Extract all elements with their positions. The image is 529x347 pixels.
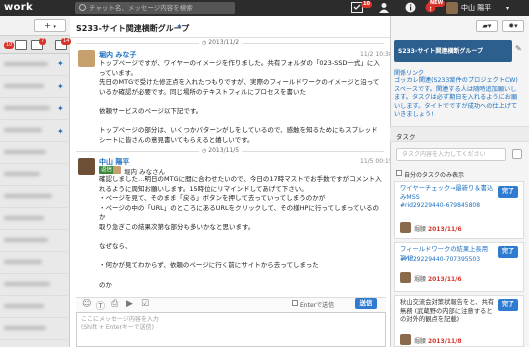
chevron-down-icon[interactable]: ▾	[506, 5, 509, 12]
reply-avatar	[113, 166, 121, 174]
search-icon	[79, 4, 86, 11]
clock-icon: ◷	[202, 148, 207, 154]
task-add-icon[interactable]: ☑	[141, 299, 149, 309]
room-name-blurred	[4, 84, 44, 88]
mention-icon[interactable]: Ⓣ	[96, 299, 105, 312]
reply-tag[interactable]: 返信	[99, 166, 115, 174]
task-title[interactable]: ワイヤーチェック→最新り＆書込みMSS	[400, 185, 495, 202]
room-name-blurred	[4, 106, 50, 110]
my-tasks-checkbox[interactable]	[396, 170, 402, 176]
task-title[interactable]: 秋山交流会対策状報告をと、共有無務 (武蔵野の内部に注意するとの対外的観点を記載…	[400, 299, 495, 325]
room-name-blurred	[4, 128, 42, 132]
room-title: S233-サイト関連横断グループ	[76, 24, 190, 33]
room-name-blurred	[4, 62, 48, 66]
unread-badge: 10	[4, 42, 15, 49]
message-timestamp: 11/5 00:15	[360, 158, 393, 165]
task-tag[interactable]: #rid29229440-679845808	[400, 202, 480, 209]
add-room-label: +	[44, 21, 51, 30]
task-due: 堀腰 2013/11/8	[414, 336, 462, 345]
task-count-badge: 10	[361, 1, 372, 8]
attach-file-icon[interactable]: ⎙	[111, 299, 118, 309]
task-complete-button[interactable]: 完了	[498, 299, 518, 311]
message-timestamp: 11/2 10:38	[360, 51, 393, 58]
room-name-blurred	[4, 326, 46, 330]
room-name-blurred	[4, 304, 44, 308]
search-input[interactable]: チャット名、メッセージ内容を検索	[75, 2, 235, 14]
folder-icon[interactable]: ▰▾	[476, 20, 498, 32]
pin-icon[interactable]: ✦	[57, 59, 64, 68]
sender-avatar[interactable]	[78, 50, 95, 67]
chat-tab-icon[interactable]	[15, 40, 27, 50]
task-complete-button[interactable]: 完了	[498, 186, 518, 198]
enter-send-label: Enterで送信	[300, 302, 335, 309]
chevron-down-icon: ▾	[53, 24, 56, 30]
message-body: 確認しました…明日のMTGに間に合わせたいので、今日の17時マストでお手数ですが…	[99, 175, 382, 289]
pin-icon[interactable]: ✦	[176, 22, 183, 31]
contacts-icon[interactable]	[378, 2, 390, 13]
my-tasks-label: 自分のタスクのみ表示	[404, 172, 465, 179]
task-due: 堀腰 2013/11/6	[414, 224, 462, 233]
message-body: トップページですが、ワイヤーのイメージを作りました。共有フォルダの「023-SS…	[99, 59, 380, 144]
add-room-button[interactable]: + ▾	[34, 19, 66, 32]
task-complete-button[interactable]: 完了	[498, 246, 518, 258]
room-description: ゴッカレ関連(S233案件のプロジェクトCW)スペースです。関連する人は随時追加…	[394, 77, 518, 118]
room-name-blurred	[4, 150, 46, 154]
video-call-icon[interactable]: ▶	[126, 299, 133, 309]
room-name-blurred	[4, 216, 44, 220]
assignee-name: 堀腰	[414, 226, 427, 233]
room-image-title: S233-サイト関連横断グループ	[398, 48, 483, 55]
clock-icon: ◷	[202, 40, 207, 46]
room-name-blurred	[4, 172, 40, 176]
gear-icon[interactable]: ✹▾	[502, 20, 524, 32]
send-button[interactable]: 送信	[355, 298, 377, 309]
room-name-blurred	[4, 282, 50, 286]
mention-badge: 7	[39, 38, 47, 45]
due-date: 2013/11/6	[427, 276, 462, 283]
date-text: 2013/11/2	[208, 39, 240, 46]
task-due: 堀腰 2013/11/6	[414, 274, 462, 283]
assignee-avatar	[400, 272, 411, 283]
room-name-blurred	[4, 194, 52, 198]
date-text: 2013/11/5	[208, 147, 240, 154]
date-label: ◷ 2013/11/5	[199, 147, 243, 154]
assignee-avatar	[400, 334, 411, 345]
enter-send-checkbox[interactable]	[292, 300, 298, 306]
edit-icon[interactable]: ✎	[515, 44, 522, 53]
emoji-icon[interactable]: ☺	[82, 299, 91, 309]
room-name-blurred	[4, 238, 48, 242]
related-link[interactable]: 関係リンク	[394, 68, 424, 77]
room-name-blurred	[4, 260, 42, 264]
new-badge: NEW	[428, 0, 446, 7]
due-date: 2013/11/6	[427, 226, 462, 233]
date-label: ◷ 2013/11/2	[199, 39, 243, 46]
info-icon[interactable]	[405, 2, 416, 13]
task-tag[interactable]: #rid29229440-707395503	[400, 256, 480, 263]
task-header-label: タスク	[396, 133, 416, 141]
sender-avatar[interactable]	[78, 158, 95, 175]
assignee-name: 堀腰	[414, 338, 427, 345]
pin-icon[interactable]: ✦	[57, 127, 64, 136]
pin-icon[interactable]: ✦	[57, 104, 64, 113]
app-logo[interactable]: work	[4, 2, 33, 13]
message-input[interactable]: ここにメッセージ内容を入力 (Shift + Enterキーで送信)	[76, 312, 386, 347]
file-badge: 14	[61, 38, 72, 45]
due-date: 2013/11/8	[427, 338, 462, 345]
assignee-name: 堀腰	[414, 276, 427, 283]
task-options-icon[interactable]	[512, 149, 522, 159]
user-name[interactable]: 中山 陽平	[461, 3, 491, 13]
user-avatar[interactable]	[446, 2, 458, 14]
assignee-avatar	[400, 222, 411, 233]
pin-icon[interactable]: ✦	[57, 82, 64, 91]
task-input[interactable]: タスク内容を入力してください	[396, 148, 506, 161]
